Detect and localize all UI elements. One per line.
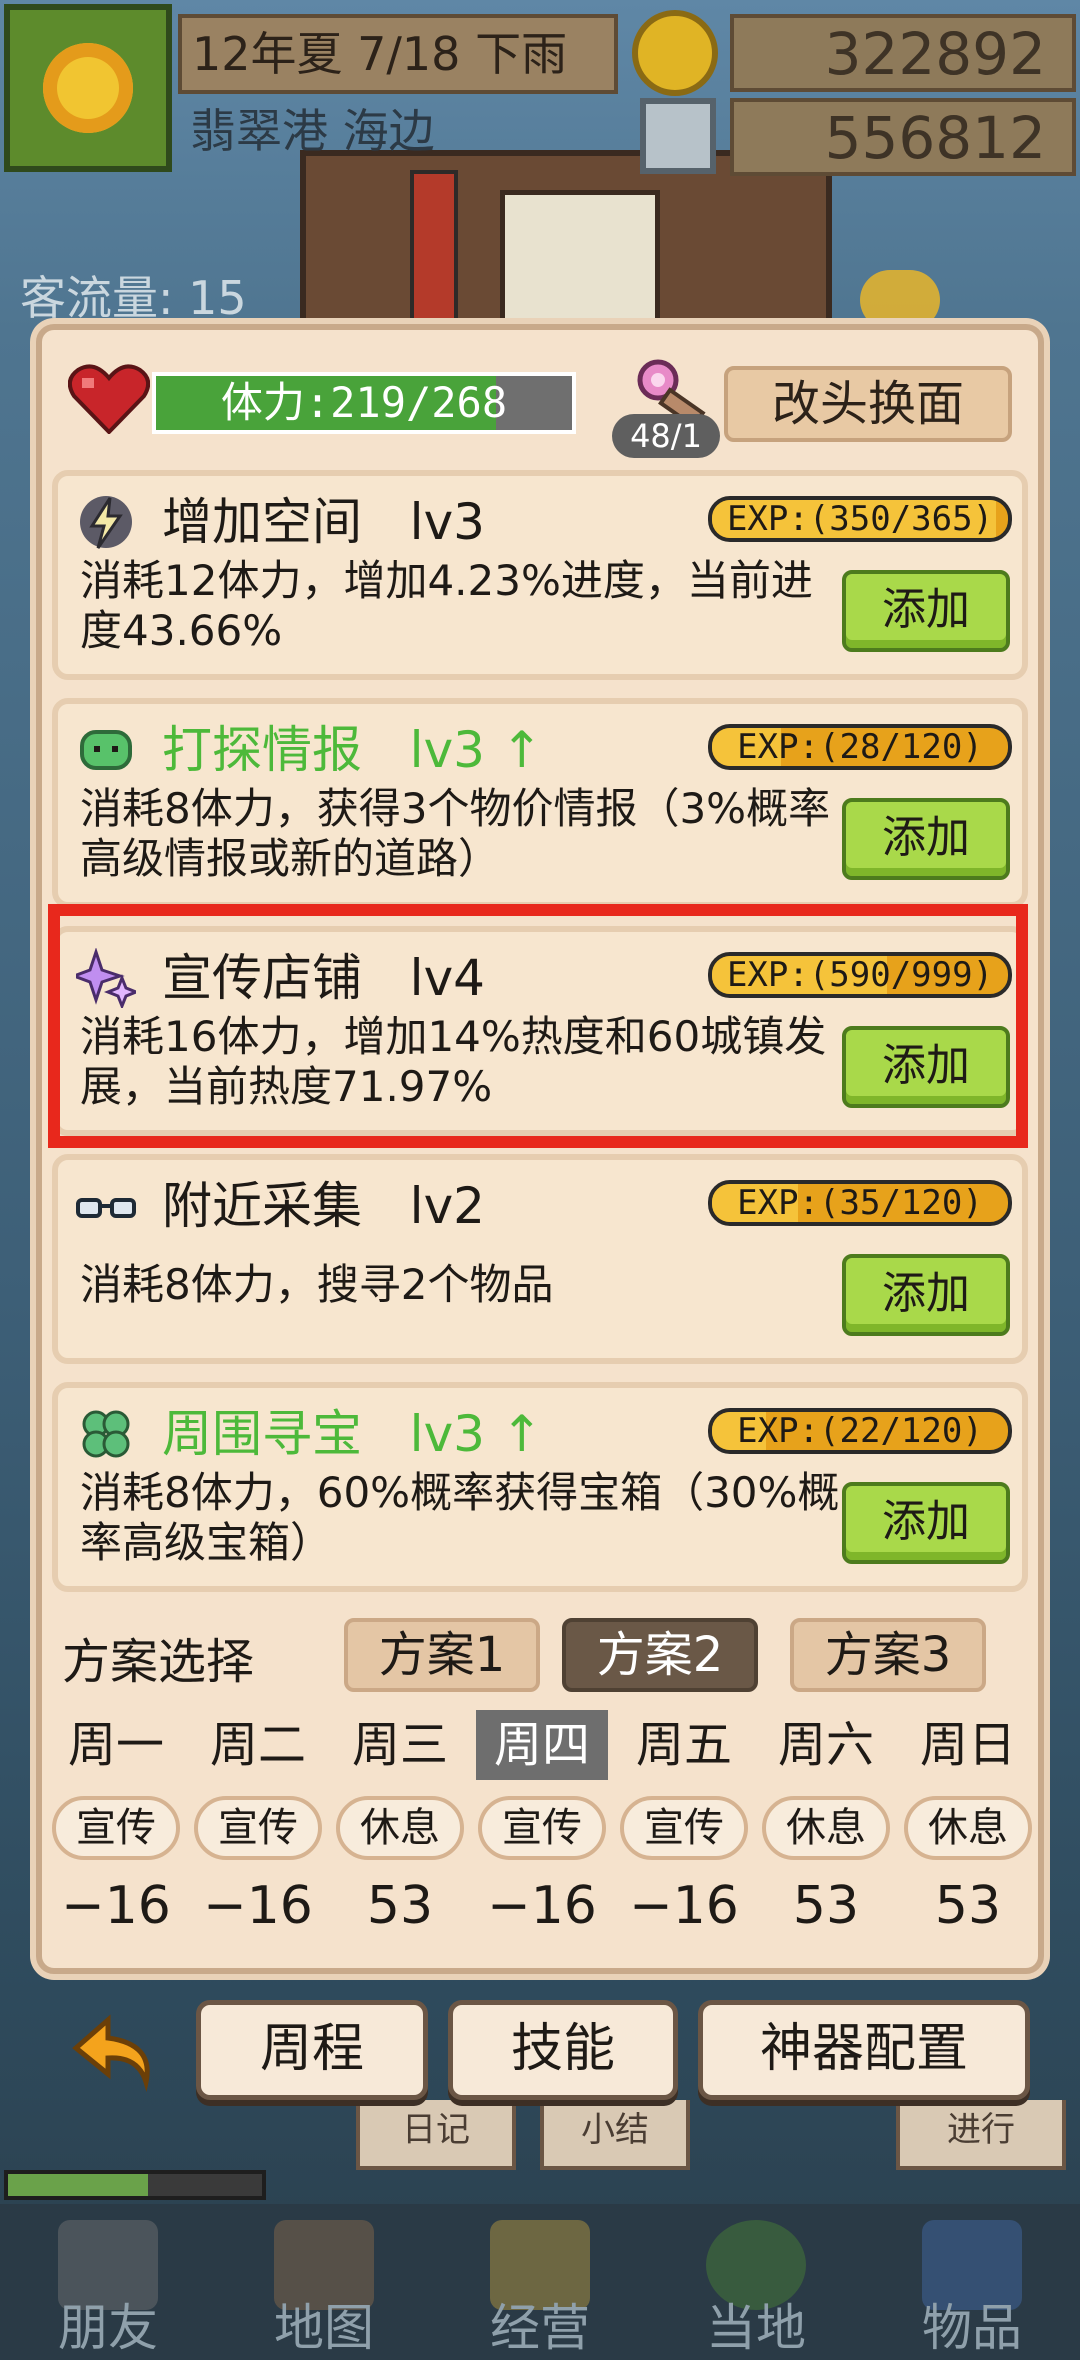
skill-card-gather-intel: 打探情报 lv3 ↑ EXP:(28/120) 消耗8体力，获得3个物价情报（3… [52, 698, 1028, 908]
banner-flag [410, 170, 458, 328]
proceed-tab[interactable]: 进行 [896, 2100, 1066, 2170]
exp-text: EXP:(35/120) [737, 1183, 983, 1223]
day-fri: 周五 [635, 1717, 732, 1773]
nav-label: 地图 [274, 2299, 374, 2357]
card-description: 消耗8体力，获得3个物价情报（3%概率高级情报或新的道路） [80, 784, 831, 883]
add-button[interactable]: 添加 [842, 1254, 1010, 1336]
summary-tab[interactable]: 小结 [540, 2100, 690, 2170]
stamina-bar: 体力:219/268 [152, 372, 576, 434]
customer-traffic: 客流量: 15 [20, 271, 247, 325]
card-title: 附近采集 lv2 [162, 1177, 485, 1235]
gem-counter: 556812 [730, 98, 1076, 176]
exp-text: EXP:(350/365) [726, 499, 994, 539]
flower-decoration [860, 270, 940, 330]
activity-thu[interactable]: 宣传 [478, 1796, 606, 1860]
key-count: 48/1 [612, 414, 720, 458]
activity-mon[interactable]: 宣传 [52, 1796, 180, 1860]
card-description: 消耗8体力，搜寻2个物品 [80, 1260, 554, 1309]
day-tue: 周二 [209, 1717, 306, 1773]
card-title: 增加空间 lv3 [162, 493, 485, 551]
location-label: 翡翠港 海边 [190, 104, 435, 158]
plan-3-button[interactable]: 方案3 [790, 1618, 986, 1692]
card-description: 消耗8体力，60%概率获得宝箱（30%概率高级宝箱） [80, 1468, 840, 1567]
nav-local[interactable]: 当地 [648, 2204, 864, 2360]
nav-label: 朋友 [58, 2299, 158, 2357]
clover-icon [82, 1410, 130, 1458]
nav-label: 物品 [922, 2299, 1022, 2357]
bottom-nav: 朋友 地图 经营 当地 物品 [0, 2204, 1080, 2360]
activity-sat[interactable]: 休息 [762, 1796, 890, 1860]
add-button[interactable]: 添加 [842, 570, 1010, 652]
exp-bar: EXP:(22/120) [708, 1408, 1012, 1454]
activity-fri[interactable]: 宣传 [620, 1796, 748, 1860]
season-flower-icon[interactable] [4, 4, 172, 172]
day-thu: 周四 [476, 1710, 608, 1780]
nav-items[interactable]: 物品 [864, 2204, 1080, 2360]
exp-text: EXP:(22/120) [737, 1411, 983, 1451]
card-description: 消耗12体力，增加4.23%进度，当前进度43.66% [80, 556, 813, 655]
undo-arrow-icon[interactable] [68, 2010, 168, 2096]
weekly-schedule-button[interactable]: 周程 [196, 2000, 428, 2100]
progress-bar [4, 2170, 266, 2200]
activity-tue[interactable]: 宣传 [194, 1796, 322, 1860]
skill-card-treasure-hunt: 周围寻宝 lv3 ↑ EXP:(22/120) 消耗8体力，60%概率获得宝箱（… [52, 1382, 1028, 1592]
day-wed: 周三 [351, 1717, 448, 1773]
plan-1-button[interactable]: 方案1 [344, 1618, 540, 1692]
nav-business[interactable]: 经营 [432, 2204, 648, 2360]
chat-bubble-icon [80, 730, 132, 770]
glasses-icon [76, 1198, 136, 1218]
add-button[interactable]: 添加 [842, 1482, 1010, 1564]
value-tue: −16 [203, 1876, 313, 1936]
nav-friends[interactable]: 朋友 [0, 2204, 216, 2360]
exp-text: EXP:(28/120) [737, 727, 983, 767]
selected-card-highlight [48, 904, 1028, 1148]
day-sat: 周六 [777, 1717, 874, 1773]
card-title: 打探情报 lv3 ↑ [162, 721, 543, 779]
money-counter: 322892 [730, 14, 1076, 92]
artifact-config-button[interactable]: 神器配置 [698, 2000, 1030, 2100]
diary-tab[interactable]: 日记 [356, 2100, 516, 2170]
nav-label: 经营 [490, 2299, 590, 2357]
card-title: 周围寻宝 lv3 ↑ [162, 1405, 543, 1463]
activity-wed[interactable]: 休息 [336, 1796, 464, 1860]
activity-sun[interactable]: 休息 [904, 1796, 1032, 1860]
skills-button[interactable]: 技能 [448, 2000, 678, 2100]
date-weather: 12年夏 7/18 下雨 [178, 14, 618, 94]
value-sun: 53 [934, 1876, 1002, 1936]
skill-card-expand-space: 增加空间 lv3 EXP:(350/365) 消耗12体力，增加4.23%进度，… [52, 470, 1028, 680]
shop-sign [500, 190, 660, 340]
value-fri: −16 [629, 1876, 739, 1936]
exp-bar: EXP:(28/120) [708, 724, 1012, 770]
day-mon: 周一 [67, 1717, 164, 1773]
skill-card-nearby-gather: 附近采集 lv2 EXP:(35/120) 消耗8体力，搜寻2个物品 添加 [52, 1154, 1028, 1364]
lightning-icon [80, 496, 132, 549]
exp-bar: EXP:(35/120) [708, 1180, 1012, 1226]
nav-label: 当地 [706, 2299, 806, 2357]
add-button[interactable]: 添加 [842, 798, 1010, 880]
flower-icon [43, 43, 133, 133]
gem-icon [640, 98, 716, 174]
nav-map[interactable]: 地图 [216, 2204, 432, 2360]
plan-2-button[interactable]: 方案2 [562, 1618, 758, 1692]
plan-label: 方案选择 [62, 1634, 255, 1690]
coin-icon [632, 10, 718, 96]
makeover-button[interactable]: 改头换面 [724, 366, 1012, 442]
stamina-text: 体力:219/268 [220, 378, 508, 427]
exp-bar: EXP:(350/365) [708, 496, 1012, 542]
value-wed: 53 [366, 1876, 434, 1936]
day-sun: 周日 [919, 1717, 1016, 1773]
value-thu: −16 [487, 1876, 597, 1936]
value-sat: 53 [792, 1876, 860, 1936]
progress-fill [8, 2174, 148, 2196]
value-mon: −16 [61, 1876, 171, 1936]
heart-icon [68, 364, 150, 434]
